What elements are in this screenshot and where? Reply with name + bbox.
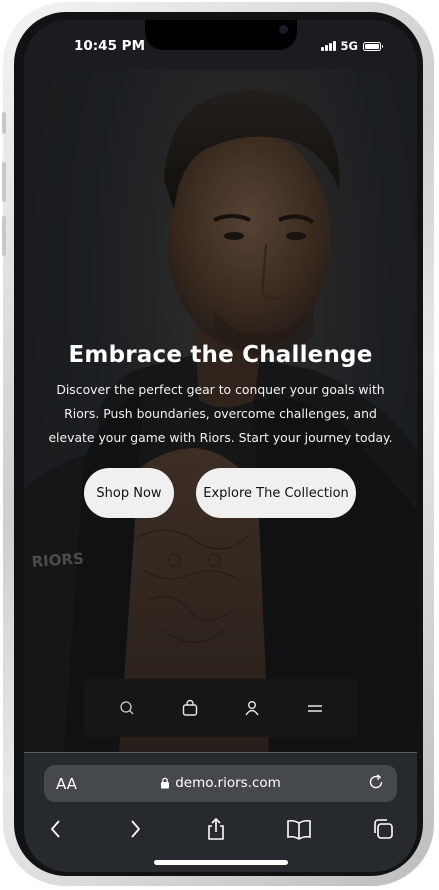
url-text: demo.riors.com: [175, 775, 281, 791]
status-time: 10:45 PM: [74, 38, 146, 54]
bookmarks-icon[interactable]: [286, 818, 312, 844]
shopping-bag-icon[interactable]: [176, 694, 204, 722]
lock-icon: [161, 777, 170, 789]
status-indicators: 5G: [321, 39, 383, 53]
share-icon[interactable]: [205, 817, 227, 845]
signal-icon: [321, 41, 336, 51]
camera-icon: [279, 25, 288, 34]
action-button: [2, 112, 6, 134]
hero-description: Discover the perfect gear to conquer you…: [48, 382, 393, 445]
menu-icon[interactable]: [301, 694, 329, 722]
tabs-icon[interactable]: [371, 817, 395, 845]
hero-title: Embrace the Challenge: [68, 342, 373, 368]
browser-bar: AA demo.riors.com: [24, 752, 417, 872]
home-indicator: [154, 860, 288, 865]
status-bar: 10:45 PM 5G: [24, 20, 417, 70]
user-icon[interactable]: [238, 694, 266, 722]
dynamic-island: [145, 20, 297, 50]
forward-icon[interactable]: [125, 818, 145, 844]
volume-up-button: [2, 162, 6, 202]
shop-now-button[interactable]: Shop Now: [84, 468, 174, 518]
network-type: 5G: [340, 39, 358, 53]
volume-down-button: [2, 216, 6, 256]
bottom-nav: [84, 679, 358, 737]
back-icon[interactable]: [46, 818, 66, 844]
hero-content: Embrace the Challenge Discover the perfe…: [24, 342, 417, 450]
search-icon[interactable]: [113, 694, 141, 722]
explore-collection-button[interactable]: Explore The Collection: [196, 468, 356, 518]
browser-toolbar: [24, 813, 417, 849]
screen: 10:45 PM 5G RIORS Embrace the Challenge …: [24, 20, 417, 872]
url-display[interactable]: demo.riors.com: [44, 775, 397, 791]
reload-icon[interactable]: [367, 773, 385, 795]
hero-section: RIORS Embrace the Challenge Discover the…: [24, 70, 417, 752]
address-bar[interactable]: AA demo.riors.com: [44, 765, 397, 802]
battery-icon: [363, 41, 383, 51]
